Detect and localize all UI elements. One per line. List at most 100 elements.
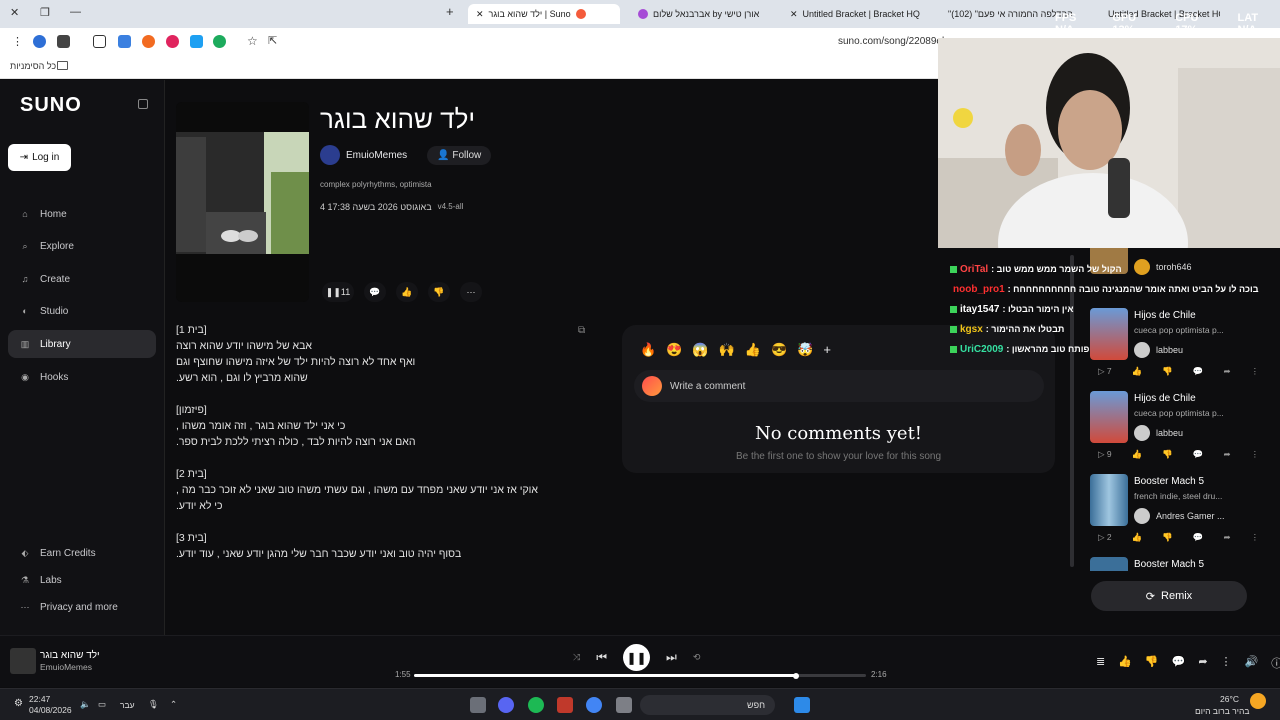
tab-close-icon[interactable]: ✕ (790, 9, 798, 20)
bookmark-star-icon[interactable]: ☆ (247, 34, 258, 48)
list-item[interactable]: Booster Mach 5 french indie, steel dru..… (1090, 474, 1265, 554)
add-reaction-button[interactable]: + (823, 342, 831, 358)
taskbar-search[interactable]: חפש (640, 695, 775, 715)
share-icon[interactable]: ➦ (1198, 655, 1207, 671)
queue-icon[interactable]: ≣ (1096, 655, 1105, 671)
thumbs-up-icon[interactable]: 👍 (1132, 449, 1143, 460)
nav-create[interactable]: ♫ Create (8, 265, 156, 293)
next-icon[interactable]: ⏭ (666, 650, 677, 665)
login-button[interactable]: ⇥ Log in (8, 144, 71, 171)
clock-time[interactable]: 22:47 (29, 694, 50, 704)
weather-icon[interactable] (1250, 693, 1266, 709)
artist-name[interactable]: EmuioMemes (346, 150, 407, 161)
app-chrome-icon[interactable] (586, 697, 602, 713)
nav-earn-credits[interactable]: ⬖ Earn Credits (8, 539, 156, 567)
tray-chevron-icon[interactable]: ⌃ (170, 699, 177, 710)
thumbs-up-icon[interactable]: 👍 (1132, 366, 1143, 377)
thumbs-up-icon[interactable]: 👍 (1118, 655, 1132, 671)
comment-icon[interactable]: 💬 (1193, 532, 1204, 543)
more-icon[interactable]: ⋮ (1251, 532, 1260, 543)
weather-temp[interactable]: 26°C (1220, 694, 1239, 704)
comment-input[interactable]: Write a comment (634, 370, 1044, 402)
more-icon[interactable]: ⋮ (1251, 449, 1260, 460)
comment-button[interactable]: 💬 (364, 282, 386, 302)
list-item[interactable]: Hijos de Chile cueca pop optimista p... … (1090, 391, 1265, 471)
tab-music[interactable]: אברבנאל שלום by אורן טישי (630, 4, 778, 24)
tab-close-icon[interactable]: ✕ (476, 9, 484, 20)
remix-button[interactable]: ⟳ Remix (1091, 581, 1247, 611)
dislike-button[interactable]: 👎 (428, 282, 450, 302)
nav-home[interactable]: ⌂ Home (8, 200, 156, 228)
artist-avatar[interactable] (320, 145, 340, 165)
more-options-button[interactable]: ⋯ (460, 282, 482, 302)
extension-icon[interactable] (142, 35, 155, 48)
install-icon[interactable]: ⇱ (268, 34, 277, 47)
tab-suno[interactable]: ✕ ילד שהוא בוגר | Suno (468, 4, 620, 24)
more-icon[interactable]: ⋮ (1221, 655, 1232, 671)
tab-bracket[interactable]: ✕ Untitled Bracket | Bracket HQ (782, 4, 932, 24)
thumbs-down-icon[interactable]: 👎 (1162, 532, 1173, 543)
language-indicator[interactable]: עבר (120, 700, 135, 710)
more-icon[interactable]: ⋮ (1251, 366, 1260, 377)
share-icon[interactable]: ➦ (1223, 449, 1230, 460)
shuffle-icon[interactable]: ⤨ (573, 652, 580, 663)
player-artist[interactable]: EmuioMemes (40, 662, 92, 672)
info-icon[interactable]: ⓘ (1271, 655, 1280, 671)
comment-icon[interactable]: 💬 (1193, 449, 1204, 460)
weather-desc[interactable]: בהיר ברוב היום (1195, 706, 1249, 716)
nav-labs[interactable]: ⚗ Labs (8, 566, 156, 594)
app-discord-icon[interactable] (498, 697, 514, 713)
volume-icon[interactable]: 🔊 (1245, 655, 1259, 671)
emoji-reaction-button[interactable]: 😍 (666, 342, 682, 358)
thumbs-up-icon[interactable]: 👍 (1132, 532, 1143, 543)
nav-privacy[interactable]: ⋯ Privacy and more (8, 593, 156, 621)
player-thumbnail[interactable] (10, 648, 36, 674)
previous-icon[interactable]: ⏮ (596, 650, 607, 665)
new-tab-icon[interactable]: + (446, 4, 454, 19)
app-obs-icon[interactable] (557, 697, 573, 713)
restore-window-icon[interactable]: ❐ (40, 6, 50, 19)
nav-library[interactable]: ▥ Library (8, 330, 156, 358)
pause-button[interactable]: ❚❚ (623, 644, 651, 671)
thumbs-down-icon[interactable]: 👎 (1162, 366, 1173, 377)
extension-icon[interactable] (57, 35, 70, 48)
emoji-reaction-button[interactable]: 😱 (692, 342, 708, 358)
song-tags[interactable]: complex polyrhythms, optimista (320, 180, 432, 189)
microphone-icon[interactable]: 🎙 (148, 699, 159, 710)
follow-button[interactable]: 👤 Follow (427, 145, 492, 165)
progress-knob[interactable] (792, 672, 799, 679)
emoji-reaction-button[interactable]: 🙌 (719, 342, 735, 358)
repeat-icon[interactable]: ⟲ (693, 652, 701, 663)
emoji-reaction-button[interactable]: 🤯 (797, 342, 813, 358)
like-button[interactable]: 👍 (396, 282, 418, 302)
speaker-icon[interactable]: 🔈 (80, 699, 91, 710)
app-calculator-icon[interactable] (470, 697, 486, 713)
nav-hooks[interactable]: ◉ Hooks (8, 363, 156, 391)
all-bookmarks[interactable]: כל הסימניות (10, 61, 56, 71)
settings-icon[interactable]: ⚙ (14, 698, 23, 709)
app-files-icon[interactable] (616, 697, 632, 713)
nav-studio[interactable]: ◐ Studio (8, 297, 156, 325)
close-window-icon[interactable]: ✕ (10, 6, 19, 19)
url-field[interactable]: suno.com/song/22089el (838, 36, 944, 47)
extensions-icon[interactable] (93, 35, 106, 48)
app-spotify-icon[interactable] (528, 697, 544, 713)
minimize-window-icon[interactable]: — (70, 6, 81, 18)
extension-icon[interactable] (166, 35, 179, 48)
extension-icon[interactable] (190, 35, 203, 48)
extension-icon[interactable] (213, 35, 226, 48)
thumbs-down-icon[interactable]: 👎 (1145, 655, 1159, 671)
progress-bar[interactable] (414, 672, 866, 679)
collapse-sidebar-icon[interactable] (138, 99, 148, 109)
suno-logo[interactable]: SUNO (20, 94, 82, 117)
list-item[interactable]: Booster Mach 5 (1090, 557, 1265, 571)
network-icon[interactable]: ▭ (98, 699, 106, 710)
share-icon[interactable]: ➦ (1223, 532, 1230, 543)
emoji-reaction-button[interactable]: 👍 (745, 342, 761, 358)
emoji-reaction-button[interactable]: 😎 (771, 342, 787, 358)
copy-lyrics-icon[interactable]: ⧉ (578, 325, 585, 336)
windows-start-icon[interactable] (794, 697, 810, 713)
profile-icon[interactable] (33, 35, 46, 48)
comment-icon[interactable]: 💬 (1172, 655, 1186, 671)
player-title[interactable]: ילד שהוא בוגר (40, 650, 100, 661)
